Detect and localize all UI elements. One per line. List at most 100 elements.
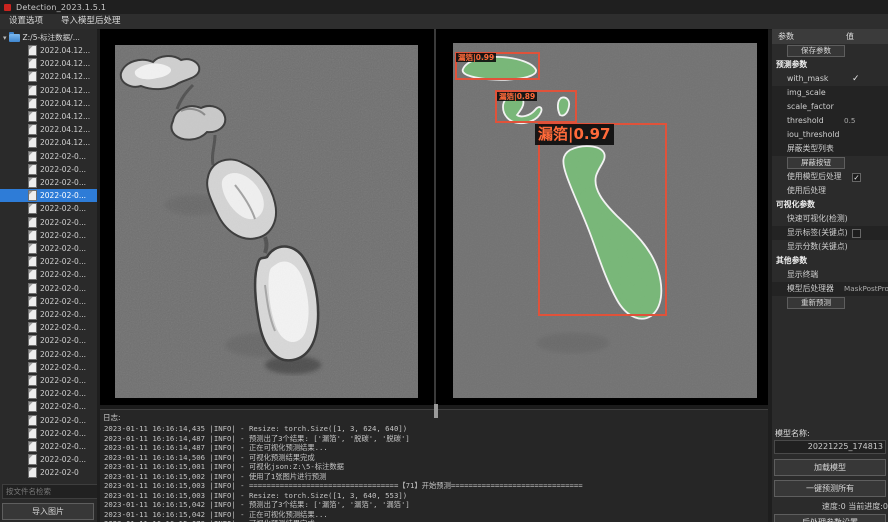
param-label: 显示终端 — [787, 270, 818, 279]
menu-settings[interactable]: 设置选项 — [0, 14, 52, 29]
tree-item[interactable]: 2022.04.12... — [0, 97, 97, 110]
param-label: iou_threshold — [787, 130, 840, 139]
tree-item-label: 2022.04.12... — [40, 99, 90, 108]
tree-item-label: 2022-02-0... — [40, 257, 86, 266]
detection-label-2: 漏箔|0.89 — [497, 92, 537, 101]
tree-item[interactable]: 2022-02-0... — [0, 440, 97, 453]
file-icon — [29, 204, 36, 213]
import-images-button[interactable]: 导入图片 — [2, 503, 94, 520]
param-row[interactable]: scale_factor — [772, 100, 888, 114]
menu-import-postprocess[interactable]: 导入模型后处理 — [52, 14, 130, 29]
tree-item[interactable]: 2022.04.12... — [0, 57, 97, 70]
param-row[interactable]: iou_threshold — [772, 128, 888, 142]
tree-item[interactable]: 2022-02-0... — [0, 229, 97, 242]
log-line: 2023-01-11 16:16:15,001 |INFO| - 可视化json… — [104, 462, 768, 472]
original-image[interactable] — [115, 45, 418, 398]
param-button[interactable]: 屏蔽按钮 — [787, 157, 845, 169]
app-logo-icon — [4, 4, 11, 11]
tree-item[interactable]: 2022-02-0... — [0, 400, 97, 413]
param-value: 0.5 — [844, 114, 855, 128]
checkbox-checked[interactable]: ✓ — [852, 173, 861, 182]
tree-item[interactable]: 2022-02-0... — [0, 242, 97, 255]
checkbox-empty[interactable] — [852, 229, 861, 238]
tree-item[interactable]: 2022-02-0... — [0, 216, 97, 229]
tree-item[interactable]: 2022-02-0... — [0, 387, 97, 400]
log-line: 2023-01-11 16:16:15,002 |INFO| - 使用了1张图片… — [104, 472, 768, 482]
tree-item[interactable]: 2022-02-0... — [0, 282, 97, 295]
param-row[interactable]: 显示标签(关键点) — [772, 226, 888, 240]
tree-item[interactable]: 2022.04.12... — [0, 44, 97, 57]
tree-item[interactable]: 2022.04.12... — [0, 136, 97, 149]
tree-item-label: 2022-02-0... — [40, 244, 86, 253]
model-name-field[interactable]: 20221225_174813 — [774, 440, 886, 454]
tree-item[interactable]: 2022-02-0... — [0, 202, 97, 215]
file-icon — [29, 402, 36, 411]
tree-item[interactable]: 2022-02-0... — [0, 321, 97, 334]
model-name-label: 模型名称: — [775, 428, 810, 439]
tree-item[interactable]: 2022.04.12... — [0, 110, 97, 123]
tree-item[interactable]: 2022-02-0... — [0, 189, 97, 202]
file-icon — [29, 284, 36, 293]
param-row[interactable]: 屏蔽类型列表 — [772, 142, 888, 156]
tree-item[interactable]: 2022.04.12... — [0, 70, 97, 83]
detection-label-1: 漏箔|0.99 — [456, 53, 496, 62]
param-row[interactable]: 快速可视化(检测) — [772, 212, 888, 226]
param-button[interactable]: 保存参数 — [787, 45, 845, 57]
param-section-title: 其他参数 — [772, 254, 888, 268]
file-icon — [29, 363, 36, 372]
tree-item-label: 2022-02-0... — [40, 429, 86, 438]
tree-item-label: 2022-02-0... — [40, 270, 86, 279]
postprocess-settings-button[interactable]: 后处理参数设置 — [774, 514, 886, 522]
param-row[interactable]: 显示终端 — [772, 268, 888, 282]
tree-item[interactable]: 2022-02-0... — [0, 176, 97, 189]
tree-item[interactable]: 2022-02-0... — [0, 255, 97, 268]
tree-item[interactable]: 2022-02-0... — [0, 163, 97, 176]
predict-all-button[interactable]: 一键预测所有 — [774, 480, 886, 497]
param-label: 快速可视化(检测) — [787, 214, 848, 223]
search-input[interactable] — [2, 484, 97, 499]
param-row[interactable]: 显示分数(关键点) — [772, 240, 888, 254]
tree-item-label: 2022-02-0... — [40, 350, 86, 359]
tree-item[interactable]: 2022-02-0... — [0, 268, 97, 281]
tree-item[interactable]: 2022-02-0... — [0, 308, 97, 321]
tree-item-label: 2022-02-0... — [40, 455, 86, 464]
tree-item[interactable]: 2022-02-0... — [0, 348, 97, 361]
param-row[interactable]: with_mask✓ — [772, 72, 888, 86]
tree-item-label: 2022-02-0... — [40, 231, 86, 240]
file-icon — [29, 455, 36, 464]
tree-item-label: 2022-02-0... — [40, 165, 86, 174]
param-row[interactable]: img_scale — [772, 86, 888, 100]
param-column-value: 值 — [846, 29, 854, 44]
file-icon — [29, 138, 36, 147]
load-model-button[interactable]: 加载模型 — [774, 459, 886, 476]
log-line: 2023-01-11 16:16:15,042 |INFO| - 预测出了3个结… — [104, 500, 768, 510]
tree-item-label: 2022.04.12... — [40, 59, 90, 68]
file-icon — [29, 178, 36, 187]
tree-item[interactable]: 2022-02-0... — [0, 334, 97, 347]
param-button[interactable]: 重新预测 — [787, 297, 845, 309]
file-icon — [29, 442, 36, 451]
splitter-grip-handle[interactable] — [434, 404, 438, 418]
tree-item-label: 2022-02-0... — [40, 152, 86, 161]
tree-item[interactable]: 2022-02-0... — [0, 427, 97, 440]
tree-item[interactable]: 2022.04.12... — [0, 123, 97, 136]
param-row[interactable]: 模型后处理器MaskPostPro — [772, 282, 888, 296]
file-icon — [29, 112, 36, 121]
param-row[interactable]: threshold0.5 — [772, 114, 888, 128]
param-rows: 保存参数预测参数with_mask✓img_scalescale_factort… — [772, 44, 888, 310]
log-line: 2023-01-11 16:16:14,435 |INFO| - Resize:… — [104, 424, 768, 434]
tree-item[interactable]: 2022-02-0... — [0, 150, 97, 163]
tree-item[interactable]: 2022-02-0 — [0, 466, 97, 479]
param-row[interactable]: 使用模型后处理✓ — [772, 170, 888, 184]
file-icon — [29, 231, 36, 240]
tree-item-label: 2022-02-0... — [40, 218, 86, 227]
tree-item[interactable]: 2022.04.12... — [0, 84, 97, 97]
tree-item[interactable]: 2022-02-0... — [0, 295, 97, 308]
tree-item[interactable]: 2022-02-0... — [0, 453, 97, 466]
tree-item[interactable]: 2022-02-0... — [0, 414, 97, 427]
log-panel[interactable]: 日志: 2023-01-11 16:16:14,435 |INFO| - Res… — [100, 409, 768, 522]
tree-item[interactable]: 2022-02-0... — [0, 361, 97, 374]
param-row[interactable]: 使用后处理 — [772, 184, 888, 198]
prediction-image[interactable]: 漏箔|0.99 漏箔|0.89 漏箔|0.97 — [453, 43, 757, 398]
tree-item[interactable]: 2022-02-0... — [0, 374, 97, 387]
